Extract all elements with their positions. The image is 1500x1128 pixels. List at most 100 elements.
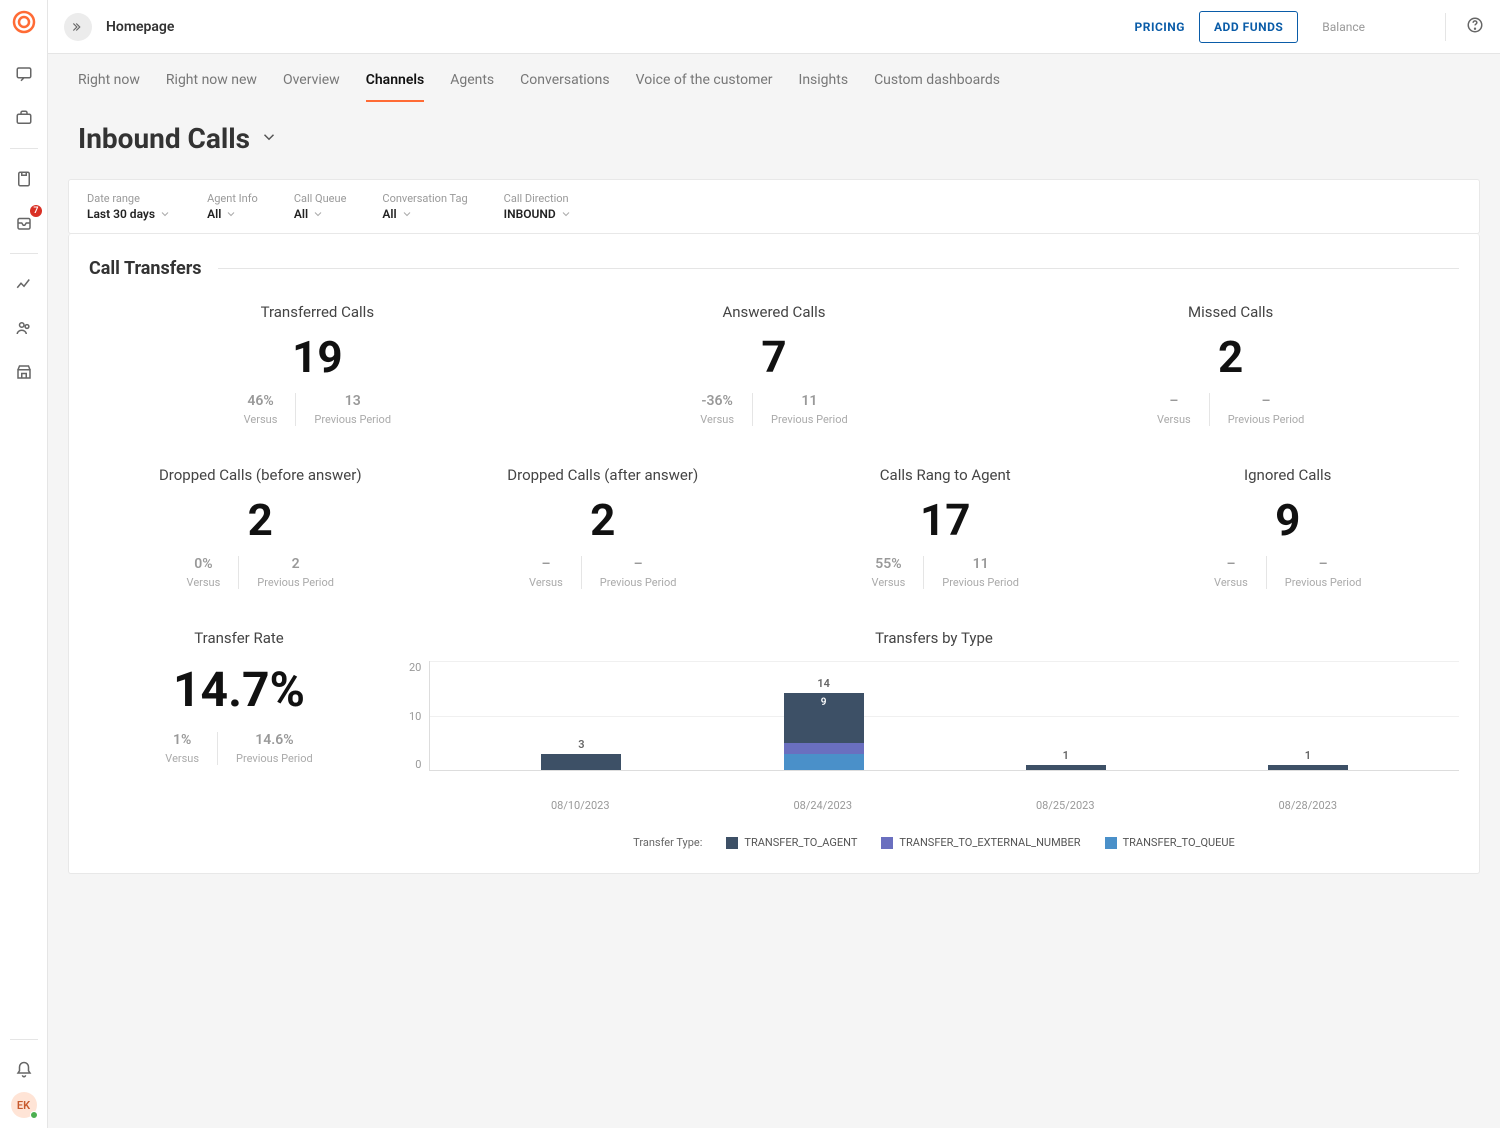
filter-date-range[interactable]: Date rangeLast 30 days [87, 192, 171, 221]
previous-value: 13 [345, 393, 361, 409]
filter-agent-info[interactable]: Agent Info All [207, 192, 258, 221]
change-percent: – [541, 556, 550, 572]
metric-card: Calls Rang to Agent1755%Versus11Previous… [774, 466, 1117, 589]
briefcase-icon[interactable] [8, 102, 40, 134]
bell-icon[interactable] [8, 1054, 40, 1086]
transfer-rate-card: Transfer Rate 14.7% 1%Versus 14.6%Previo… [89, 629, 389, 849]
metric-value: 14.7% [89, 661, 389, 718]
metric-card: Dropped Calls (before answer)20%Versus2P… [89, 466, 432, 589]
bar-total-label: 1 [1063, 749, 1069, 762]
tab-custom-dashboards[interactable]: Custom dashboards [874, 72, 1000, 102]
change-percent: 46% [247, 393, 273, 409]
bar-group[interactable]: 3 [541, 754, 621, 771]
sidebar: 7 EK [0, 0, 48, 1128]
legend-label: TRANSFER_TO_AGENT [744, 836, 857, 849]
filter-label: Agent Info [207, 192, 258, 205]
chevron-down-icon[interactable] [260, 128, 278, 150]
brand-logo[interactable] [10, 8, 38, 36]
tab-channels[interactable]: Channels [366, 72, 425, 102]
section-title: Inbound Calls [78, 122, 250, 155]
store-icon[interactable] [8, 356, 40, 388]
panel: Call Transfers Transferred Calls1946%Ver… [68, 234, 1480, 874]
filter-value: All [207, 207, 258, 221]
filter-label: Call Direction [504, 192, 572, 205]
previous-value: – [1262, 393, 1271, 409]
tab-voice-of-the-customer[interactable]: Voice of the customer [636, 72, 773, 102]
versus-label: Versus [1214, 576, 1248, 589]
tab-agents[interactable]: Agents [450, 72, 494, 102]
team-icon[interactable] [8, 312, 40, 344]
metric-value: 19 [226, 335, 409, 379]
tab-right-now-new[interactable]: Right now new [166, 72, 257, 102]
bar-segment: 9 [784, 693, 864, 743]
metric-value: 2 [444, 498, 763, 542]
expand-sidebar-button[interactable] [64, 13, 92, 41]
metric-value: 9 [1129, 498, 1448, 542]
bar-group[interactable]: 1 [1268, 765, 1348, 771]
legend-item[interactable]: TRANSFER_TO_EXTERNAL_NUMBER [881, 836, 1080, 849]
change-percent: – [1169, 393, 1178, 409]
filter-conversation-tag[interactable]: Conversation TagAll [382, 192, 467, 221]
previous-value: 11 [973, 556, 989, 572]
bar-group[interactable]: 1 [1026, 765, 1106, 771]
divider [10, 148, 38, 149]
bar-segment [541, 754, 621, 771]
topbar: Homepage PRICING ADD FUNDS Balance [48, 0, 1500, 54]
filter-label: Conversation Tag [382, 192, 467, 205]
tab-insights[interactable]: Insights [799, 72, 849, 102]
filter-label: Call Queue [294, 192, 347, 205]
tab-right-now[interactable]: Right now [78, 72, 140, 102]
filter-bar: Date rangeLast 30 daysAgent InfoAllCall … [68, 179, 1480, 234]
change-percent: – [1226, 556, 1235, 572]
metric-card: Ignored Calls9–Versus–Previous Period [1117, 466, 1460, 589]
versus-label: Versus [1157, 413, 1191, 426]
metric-value: 2 [1139, 335, 1322, 379]
change-percent: 1% [173, 732, 191, 748]
bar-group[interactable]: 149 [784, 693, 864, 770]
tab-overview[interactable]: Overview [283, 72, 340, 102]
divider [1445, 13, 1446, 41]
tab-conversations[interactable]: Conversations [520, 72, 609, 102]
clipboard-icon[interactable] [8, 163, 40, 195]
x-tick-label: 08/24/2023 [783, 799, 863, 812]
bar-total-label: 14 [817, 677, 830, 690]
metric-title: Dropped Calls (after answer) [444, 466, 763, 484]
previous-label: Previous Period [257, 576, 334, 589]
help-icon[interactable] [1466, 16, 1484, 38]
panel-title: Call Transfers [89, 258, 202, 279]
previous-label: Previous Period [942, 576, 1019, 589]
legend-item[interactable]: TRANSFER_TO_AGENT [726, 836, 857, 849]
analytics-icon[interactable] [8, 268, 40, 300]
metric-card: Dropped Calls (after answer)2–Versus–Pre… [432, 466, 775, 589]
legend-swatch [726, 837, 738, 849]
metric-title: Transfer Rate [89, 629, 389, 647]
pricing-link[interactable]: PRICING [1135, 20, 1185, 34]
filter-call-direction[interactable]: Call DirectionINBOUND [504, 192, 572, 221]
metric-value: 17 [786, 498, 1105, 542]
balance-label: Balance [1322, 20, 1365, 34]
inbox-icon[interactable]: 7 [8, 207, 40, 239]
versus-label: Versus [187, 576, 221, 589]
filter-value: All [294, 207, 347, 221]
chat-icon[interactable] [8, 58, 40, 90]
previous-value: 11 [801, 393, 817, 409]
legend-item[interactable]: TRANSFER_TO_QUEUE [1105, 836, 1235, 849]
metric-card: Missed Calls2–Versus–Previous Period [1127, 303, 1334, 426]
filter-call-queue[interactable]: Call Queue All [294, 192, 347, 221]
bar-total-label: 3 [578, 738, 584, 751]
previous-value: 2 [292, 556, 300, 572]
metric-title: Dropped Calls (before answer) [101, 466, 420, 484]
metric-title: Ignored Calls [1129, 466, 1448, 484]
page-title: Homepage [106, 19, 174, 35]
previous-value: 14.6% [255, 732, 293, 748]
add-funds-button[interactable]: ADD FUNDS [1199, 11, 1298, 43]
previous-label: Previous Period [771, 413, 848, 426]
versus-label: Versus [244, 413, 278, 426]
previous-label: Previous Period [314, 413, 391, 426]
legend-label: TRANSFER_TO_QUEUE [1123, 836, 1235, 849]
previous-label: Previous Period [600, 576, 677, 589]
divider [218, 268, 1459, 269]
previous-label: Previous Period [1228, 413, 1305, 426]
avatar[interactable]: EK [11, 1092, 37, 1118]
x-tick-label: 08/25/2023 [1025, 799, 1105, 812]
